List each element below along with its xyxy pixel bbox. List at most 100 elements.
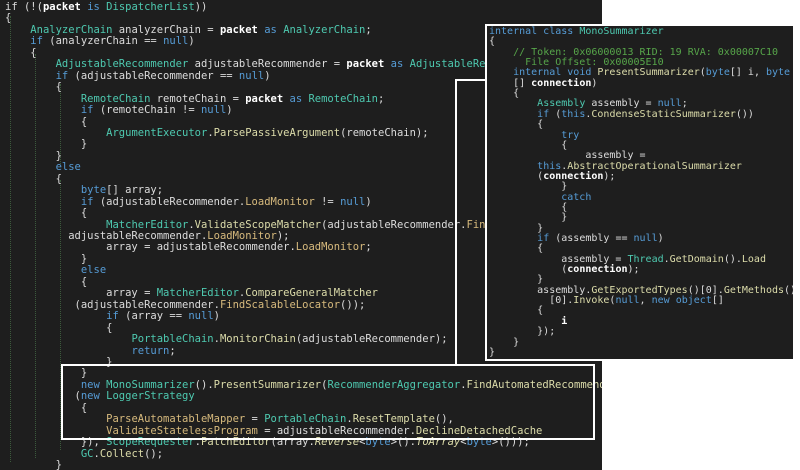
- code-token: byte: [766, 67, 791, 79]
- code-line: }: [5, 459, 62, 470]
- code-line: {: [5, 173, 62, 185]
- code-token: )): [194, 1, 208, 13]
- code-token: byte: [80, 184, 107, 197]
- code-token: });: [489, 326, 556, 338]
- code-token: MonitorChain: [219, 333, 296, 346]
- code-token: (: [489, 264, 568, 276]
- code-token: if: [106, 310, 119, 323]
- code-token: ()): [735, 108, 754, 120]
- code-line: }: [5, 253, 87, 265]
- code-line: byte[] array;: [5, 184, 163, 196]
- code-token: null: [188, 310, 214, 323]
- code-token: null: [200, 104, 227, 117]
- code-token: PortableChain: [131, 333, 214, 346]
- highlighted-call-box: [61, 364, 595, 440]
- code-token: Collect: [99, 447, 145, 460]
- code-line: {: [5, 12, 11, 24]
- code-line: if (array == null): [5, 310, 220, 322]
- code-line: {: [5, 207, 87, 219]
- code-token: }: [489, 181, 568, 193]
- code-token: (analyzerChain ==: [42, 35, 164, 48]
- code-token: (array ==: [118, 310, 189, 323]
- code-line: return;: [5, 345, 175, 357]
- code-token: null: [657, 98, 682, 110]
- code-token: ): [591, 77, 598, 89]
- code-token: packet: [42, 1, 81, 13]
- code-token: array =: [5, 287, 157, 300]
- code-line: if (adjustableRecommender.LoadMonitor !=…: [5, 196, 372, 208]
- code-token: {: [489, 243, 544, 255]
- code-line: (adjustableRecommender.FindScalableLocat…: [5, 299, 366, 311]
- code-token: this: [561, 108, 586, 120]
- code-token: this: [537, 160, 562, 172]
- code-token: {: [5, 172, 62, 185]
- code-token: if: [55, 69, 69, 82]
- code-token: packet: [245, 92, 284, 105]
- code-token: CondenseStaticSummarizer: [591, 108, 736, 120]
- code-token: [] i,: [729, 67, 766, 79]
- code-token: array = adjustableRecommender.: [5, 241, 296, 254]
- code-token: }: [5, 252, 88, 265]
- code-line: else: [5, 264, 106, 276]
- code-token: if: [80, 104, 94, 117]
- code-token: }: [5, 138, 88, 151]
- code-token: MatcherEditor: [156, 287, 239, 300]
- code-token: ): [213, 310, 220, 323]
- code-token: packet: [346, 58, 385, 71]
- code-token: File Offset: 0x00005E10: [525, 57, 664, 69]
- code-token: {: [489, 88, 520, 100]
- code-token: (adjustableRecommender.: [93, 195, 246, 208]
- code-token: byte: [705, 67, 730, 79]
- code-token: {: [5, 321, 113, 334]
- code-token: {: [5, 275, 88, 288]
- code-token: []: [711, 295, 724, 307]
- code-token: (adjustableRecommender ==: [68, 69, 239, 82]
- code-token: }: [5, 149, 62, 162]
- code-token: }: [489, 222, 544, 234]
- code-token: null: [615, 295, 640, 307]
- connector-line: [455, 79, 457, 364]
- code-token: as: [283, 92, 309, 105]
- code-token: (: [549, 108, 562, 120]
- code-token: LoadMonitor: [245, 195, 315, 208]
- code-token: as: [257, 23, 284, 36]
- code-token: remoteChain =: [150, 92, 246, 105]
- code-token: MatcherEditor: [106, 218, 189, 231]
- code-token: !=: [314, 195, 341, 208]
- code-line: {: [5, 116, 87, 128]
- code-token: ()[0].: [687, 284, 724, 296]
- code-token: new: [651, 295, 670, 307]
- code-token: connection: [543, 170, 604, 182]
- code-token: (remoteChain !=: [93, 104, 201, 117]
- code-token: ();: [144, 447, 164, 460]
- code-token: );: [627, 264, 640, 276]
- code-token: AnalyzerChain: [30, 23, 113, 36]
- code-token: ): [188, 35, 195, 48]
- code-token: (remoteChain);: [340, 126, 429, 139]
- code-token: {: [5, 12, 12, 25]
- code-token: [] array;: [106, 184, 164, 197]
- code-token: if: [537, 108, 550, 120]
- code-token: assembly.: [489, 284, 592, 296]
- code-token: ValidateScopeMatcher: [194, 218, 322, 231]
- code-line: {: [5, 276, 87, 288]
- code-token: analyzerChain =: [112, 23, 220, 36]
- code-token: ): [264, 69, 271, 82]
- code-token: adjustableRecommender.: [5, 230, 208, 242]
- code-token: // Token: 0x06000013 RID: 19 RVA: 0x0000…: [513, 46, 778, 58]
- code-token: {: [5, 81, 62, 94]
- code-token: internal void: [513, 67, 598, 79]
- code-token: );: [276, 230, 290, 242]
